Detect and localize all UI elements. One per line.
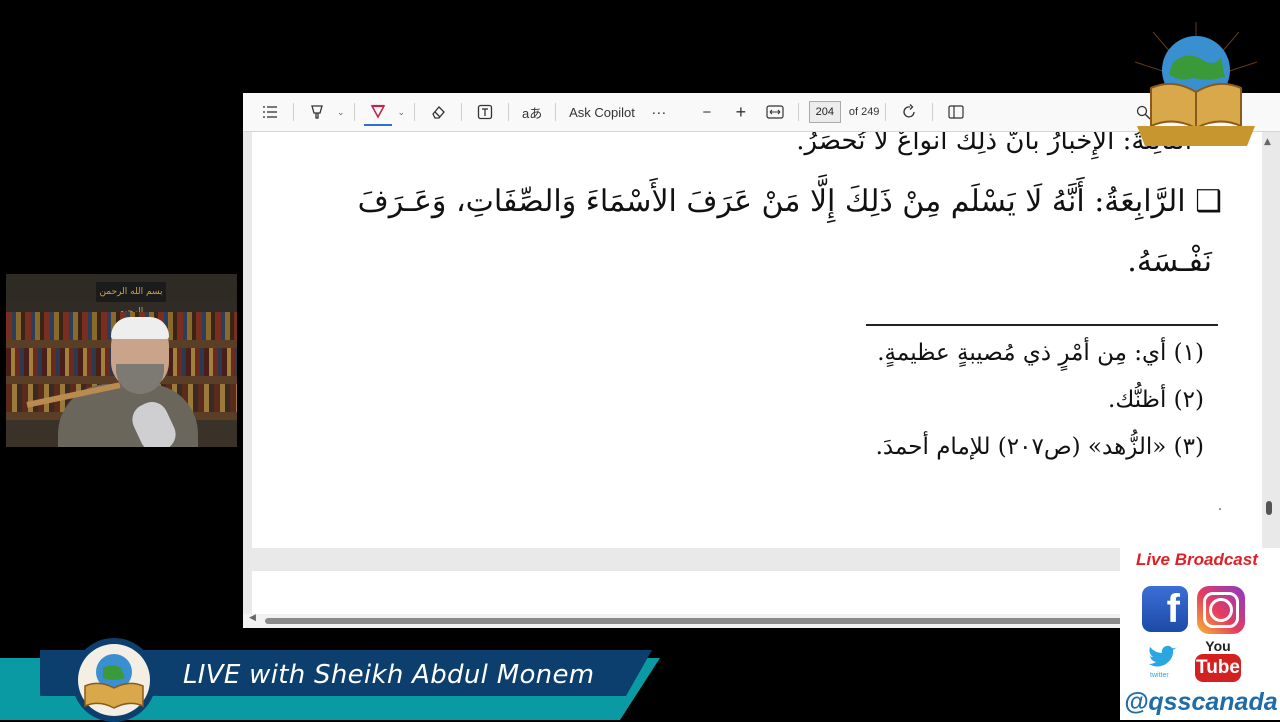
horizontal-scrollbar-thumb[interactable] <box>265 618 1125 624</box>
instagram-lens <box>1209 598 1233 622</box>
chevron-down-icon[interactable]: ⌄ <box>337 98 345 126</box>
youtube-tube: Tube <box>1195 654 1241 682</box>
wall-plaque: بسم الله الرحمن الرحيم <box>96 282 166 317</box>
draw-icon[interactable] <box>363 98 392 126</box>
youtube-icon: You Tube <box>1195 638 1241 686</box>
page-mark <box>1219 508 1221 510</box>
chevron-down-icon[interactable]: ⌄ <box>398 98 406 126</box>
footnote: (٢) أظنُّك. <box>1108 387 1204 413</box>
toolbar-separator <box>508 103 510 121</box>
toolbar-separator <box>293 103 294 121</box>
live-broadcast-label: Live Broadcast <box>1136 550 1258 569</box>
pdf-toolbar: ⌄ ⌄ aあ Ask Copilot ··· − + 204 of 249 <box>243 93 1280 132</box>
scroll-left-icon[interactable]: ◀ <box>249 613 256 623</box>
more-options-icon[interactable]: ··· <box>645 98 673 126</box>
quran-sunnah-badge-icon <box>72 638 156 722</box>
erase-icon[interactable] <box>424 98 452 126</box>
zoom-out-button[interactable]: − <box>693 98 721 126</box>
vertical-scrollbar-thumb[interactable] <box>1266 501 1272 515</box>
highlight-icon[interactable] <box>303 98 331 126</box>
toolbar-separator <box>555 103 557 121</box>
toolbar-separator <box>885 103 887 121</box>
social-panel: Live Broadcast f twitter You Tube @qssca… <box>1120 548 1280 720</box>
toolbar-separator <box>353 103 355 121</box>
document-line: ❑ الرَّابِعَةُ: أَنَّهُ لَا يَسْلَم مِنْ… <box>357 184 1222 219</box>
fit-width-icon[interactable] <box>761 98 789 126</box>
page-number-input[interactable]: 204 <box>808 101 841 123</box>
presenter-cap <box>111 317 169 339</box>
webcam-feed: بسم الله الرحمن الرحيم <box>6 274 237 447</box>
youtube-you: You <box>1205 638 1231 654</box>
zoom-in-button[interactable]: + <box>727 98 755 126</box>
page-total-label: of 249 <box>848 106 880 118</box>
document-line: نَفْـسَهُ. <box>1127 244 1212 279</box>
read-aloud-icon[interactable]: aあ <box>518 98 546 126</box>
social-handle: @qsscanada <box>1124 688 1278 716</box>
rotate-icon[interactable] <box>895 98 923 126</box>
page-view-icon[interactable] <box>942 98 970 126</box>
toolbar-separator <box>932 103 934 121</box>
footnote: (٣) «الزُّهد» (ص٢٠٧) للإمام أحمدَ. <box>875 434 1204 460</box>
footnote: (١) أي: مِن أمْرٍ ذي مُصيبةٍ عظيمةٍ. <box>877 340 1204 366</box>
lower-third-title: LIVE with Sheikh Abdul Monem <box>183 660 595 690</box>
instagram-icon <box>1197 586 1245 634</box>
facebook-icon: f <box>1142 586 1188 632</box>
twitter-label: twitter <box>1150 672 1169 679</box>
pdf-page: الثالِثةُ: الإِخبارُ بأنَّ ذلِكَ أنواعٌ … <box>252 132 1262 548</box>
quran-sunnah-logo-icon <box>1134 22 1258 146</box>
contents-icon[interactable] <box>256 98 284 126</box>
footnote-divider <box>866 324 1218 326</box>
toolbar-separator <box>797 103 799 121</box>
text-box-icon[interactable] <box>471 98 499 126</box>
twitter-icon <box>1149 645 1177 667</box>
next-pdf-page <box>252 571 1262 615</box>
scroll-up-icon[interactable]: ▲ <box>1264 137 1271 147</box>
toolbar-separator <box>414 103 416 121</box>
toolbar-separator <box>461 103 463 121</box>
ask-copilot-button[interactable]: Ask Copilot <box>565 98 639 126</box>
